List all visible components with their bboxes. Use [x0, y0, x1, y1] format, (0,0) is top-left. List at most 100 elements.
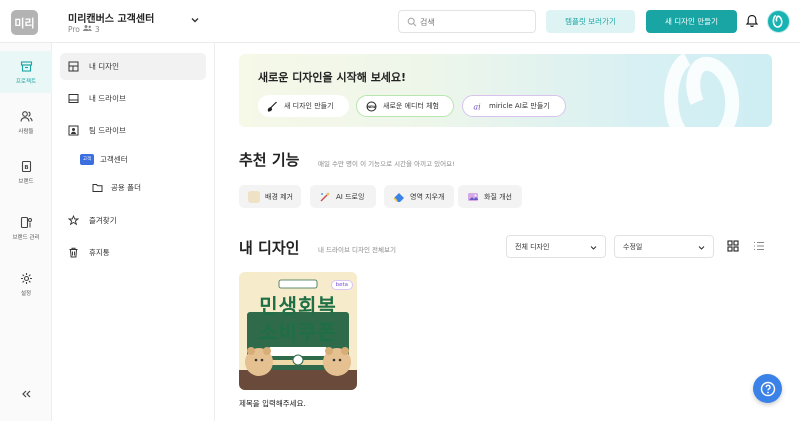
- user-avatar[interactable]: [767, 10, 790, 33]
- chip-label: 배경 제거: [265, 192, 293, 201]
- people-icon: [19, 110, 33, 122]
- brush-icon: [267, 101, 277, 112]
- image-enhance-icon: [468, 192, 478, 201]
- thumbnail-headline-1: 민생회복: [259, 294, 337, 318]
- trash-icon: [69, 247, 78, 258]
- rail-label: 브랜드 관리: [12, 234, 40, 241]
- workspace-meta: Pro 3: [68, 24, 100, 34]
- button-label: 새 디자인 만들기: [284, 102, 334, 110]
- select-value: 수정일: [623, 242, 643, 251]
- members-icon: [82, 24, 92, 34]
- top-bar: 미리 미리캔버스 고객센터 Pro 3 템플릿 보러가기 새 디자인 만들기: [0, 0, 800, 43]
- rail-item-projects[interactable]: 프로젝트: [0, 51, 52, 93]
- star-icon: [68, 215, 79, 226]
- rail-label: 브랜드: [18, 178, 34, 185]
- magic-wand-icon: [320, 191, 330, 201]
- banner-title: 새로운 디자인을 시작해 보세요!: [258, 71, 407, 84]
- main-content: 새로운 디자인을 시작해 보세요! 새 디자인 만들기 NEW 새로운 에디터 …: [215, 43, 800, 421]
- start-banner: 새로운 디자인을 시작해 보세요! 새 디자인 만들기 NEW 새로운 에디터 …: [239, 54, 772, 127]
- workspace-name[interactable]: 미리캔버스 고객센터: [68, 10, 154, 25]
- team-drive-icon: [68, 125, 79, 136]
- question-icon: [760, 381, 775, 396]
- chevron-down-icon: [698, 246, 705, 250]
- banner-new-editor-button[interactable]: NEW 새로운 에디터 체험: [356, 95, 454, 117]
- nav-team-customer-center[interactable]: 고객 고객센터: [80, 149, 128, 169]
- chevron-down-icon: [590, 246, 597, 250]
- nav-favorites[interactable]: 즐겨찾기: [60, 207, 206, 234]
- workspace-member-count: 3: [94, 24, 100, 34]
- design-card[interactable]: 민생회복 소비쿠폰 beta: [239, 272, 357, 390]
- design-card-title[interactable]: 제목을 입력해주세요.: [239, 398, 306, 409]
- nav-my-drive[interactable]: 내 드라이브: [60, 85, 206, 112]
- chip-area-eraser[interactable]: 영역 지우개: [384, 185, 454, 208]
- nav-label: 휴지통: [89, 248, 110, 257]
- grid-view-icon[interactable]: [727, 240, 739, 252]
- design-sort-select[interactable]: 수정일: [614, 235, 714, 258]
- chip-label: 영역 지우개: [410, 192, 445, 201]
- workspace-avatar[interactable]: 미리: [11, 10, 38, 35]
- nav-label: 내 디자인: [89, 62, 119, 71]
- rail-label: 설정: [20, 290, 32, 297]
- search-icon: [407, 17, 417, 27]
- bell-icon[interactable]: [745, 14, 759, 28]
- design-filter-select[interactable]: 전체 디자인: [506, 235, 606, 258]
- chip-label: 화질 개선: [484, 192, 512, 201]
- nav-my-design[interactable]: 내 디자인: [60, 53, 206, 80]
- button-label: 새로운 에디터 체험: [383, 102, 439, 110]
- workspace-plan: Pro: [68, 24, 80, 34]
- rail-label: 사람들: [18, 128, 34, 135]
- left-rail: 프로젝트 사람들 B 브랜드 브랜드 관리 설정: [0, 43, 52, 421]
- banner-ai-button[interactable]: ai miricle AI로 만들기: [462, 95, 566, 117]
- rail-item-people[interactable]: 사람들: [0, 101, 52, 143]
- drive-icon: [68, 94, 79, 103]
- chip-remove-background[interactable]: 배경 제거: [239, 185, 301, 208]
- rail-label: 프로젝트: [15, 78, 37, 85]
- rail-item-brand[interactable]: B 브랜드: [0, 151, 52, 193]
- svg-text:B: B: [24, 165, 28, 171]
- rail-item-brand-manage[interactable]: 브랜드 관리: [0, 207, 52, 249]
- search-box[interactable]: [398, 10, 536, 33]
- folder-icon: [92, 183, 103, 192]
- button-label: miricle AI로 만들기: [489, 102, 550, 110]
- side-nav: 내 디자인 내 드라이브 팀 드라이브 고객 고객센터 공용 폴더 즐겨찾기 휴…: [52, 43, 215, 421]
- nav-label: 팀 드라이브: [89, 126, 126, 135]
- browse-templates-button[interactable]: 템플릿 보러가기: [546, 10, 635, 33]
- list-view-icon[interactable]: [753, 240, 765, 252]
- thumbnail-headline-2: 소비쿠폰: [259, 320, 337, 344]
- chevron-down-icon[interactable]: [190, 15, 200, 25]
- nav-label: 공용 폴더: [111, 182, 141, 192]
- nav-label: 고객센터: [100, 154, 128, 164]
- team-badge: 고객: [80, 153, 94, 165]
- gear-icon: [20, 272, 32, 284]
- nav-label: 내 드라이브: [89, 94, 126, 103]
- chip-ai-drawing[interactable]: AI 드로잉: [310, 185, 376, 208]
- remove-bg-icon: [248, 190, 260, 203]
- svg-text:ai: ai: [473, 102, 481, 111]
- chip-quality-enhance[interactable]: 화질 개선: [458, 185, 522, 208]
- search-input[interactable]: [420, 14, 530, 30]
- recommend-subtitle: 매일 수만 명이 이 기능으로 시간을 아끼고 있어요!: [318, 160, 455, 168]
- help-button[interactable]: [753, 374, 782, 403]
- new-design-button[interactable]: 새 디자인 만들기: [646, 10, 737, 33]
- recommend-title: 추천 기능: [239, 151, 300, 169]
- rail-item-settings[interactable]: 설정: [0, 263, 52, 305]
- brand-icon: B: [21, 160, 31, 172]
- ai-icon: ai: [473, 102, 481, 111]
- eraser-icon: [393, 192, 404, 202]
- nav-trash[interactable]: 휴지통: [60, 239, 206, 266]
- brand-manage-icon: [20, 216, 32, 228]
- select-value: 전체 디자인: [515, 242, 550, 251]
- svg-text:NEW: NEW: [367, 105, 376, 109]
- nav-label: 즐겨찾기: [89, 216, 117, 225]
- beta-badge: beta: [330, 280, 353, 290]
- collapse-icon[interactable]: [20, 388, 32, 400]
- chip-label: AI 드로잉: [336, 192, 365, 201]
- nav-shared-folder[interactable]: 공용 폴더: [92, 177, 141, 197]
- nav-team-drive[interactable]: 팀 드라이브: [60, 117, 206, 144]
- brand-logo-decoration: [664, 54, 740, 127]
- my-designs-title: 내 디자인: [239, 239, 300, 257]
- layout-icon: [68, 61, 79, 72]
- banner-new-design-button[interactable]: 새 디자인 만들기: [258, 95, 349, 117]
- new-badge-icon: NEW: [366, 101, 377, 111]
- my-designs-subtitle[interactable]: 내 드라이브 디자인 전체보기: [318, 244, 396, 254]
